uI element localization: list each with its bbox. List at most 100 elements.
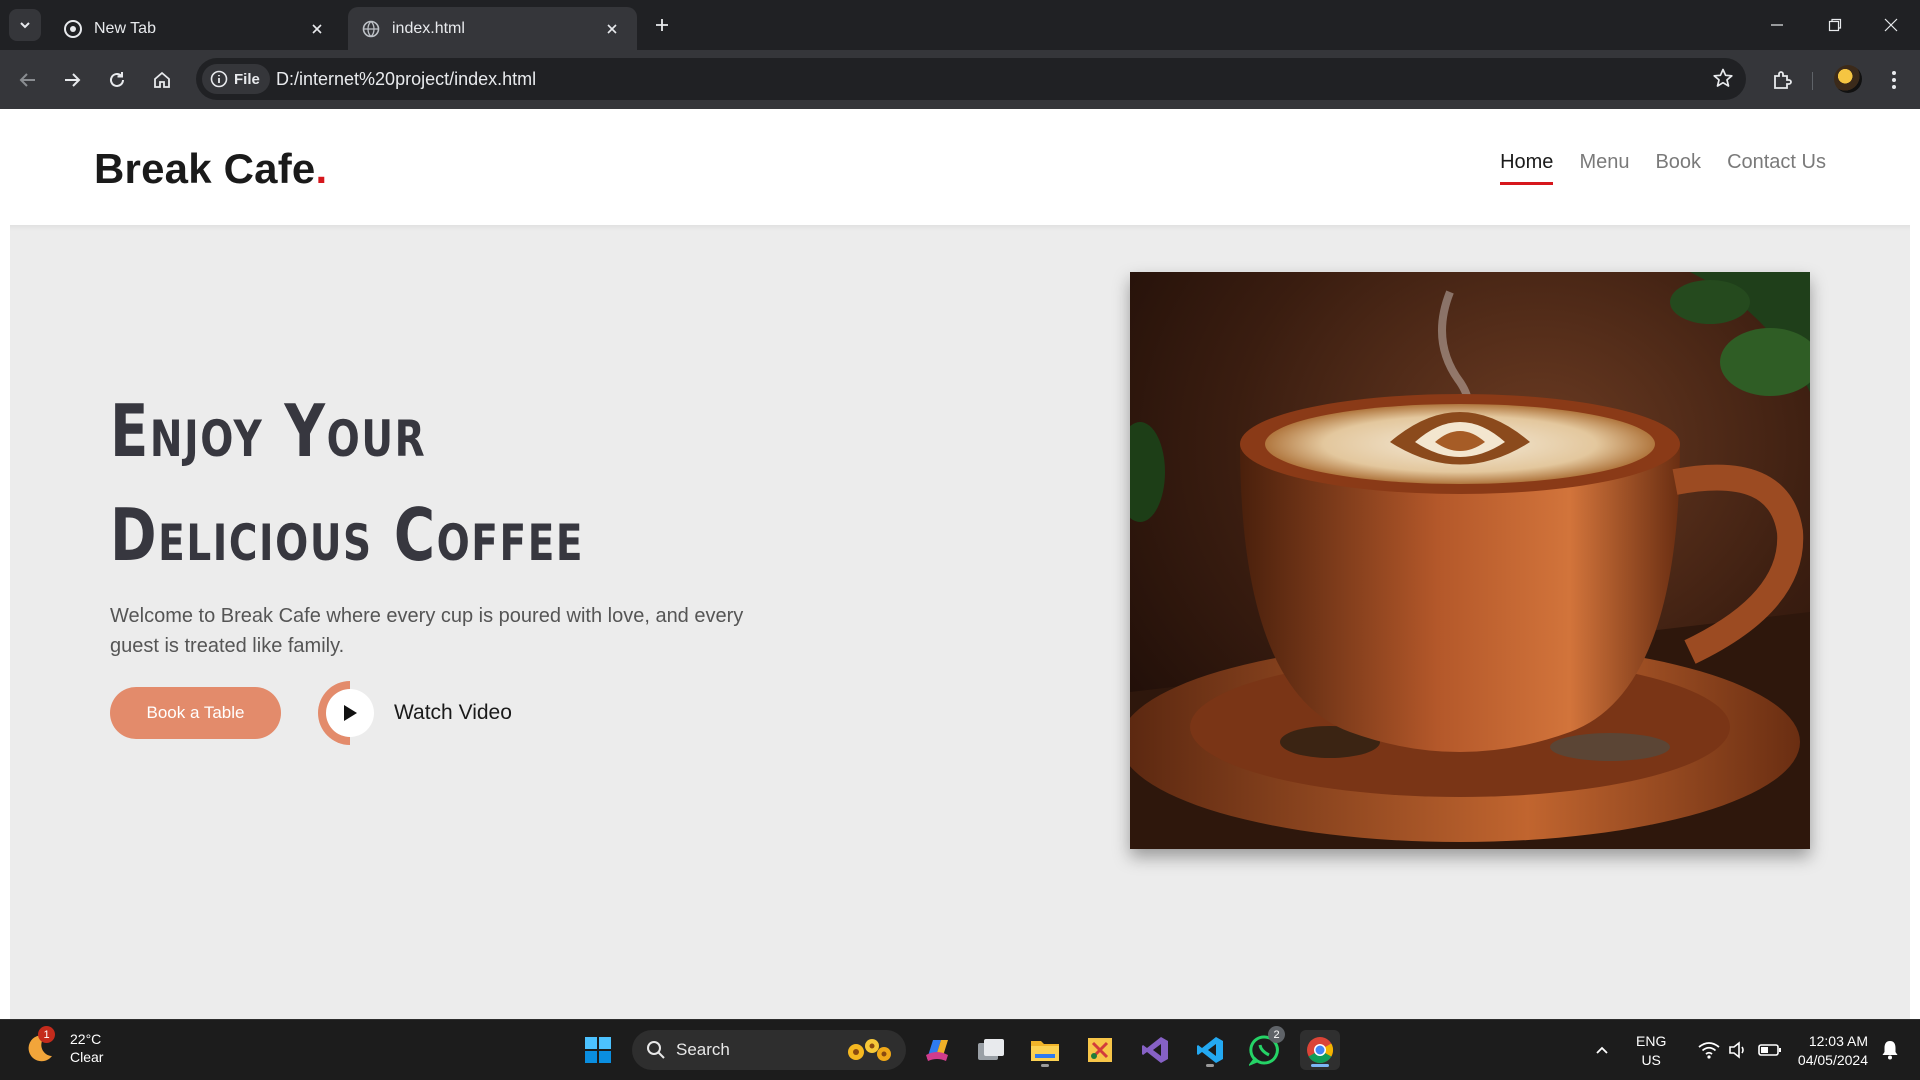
windows-logo-icon bbox=[585, 1037, 611, 1063]
vscode-app[interactable] bbox=[1190, 1030, 1230, 1070]
weather-widget[interactable]: 1 22°C Clear bbox=[24, 1026, 103, 1066]
chrome-app[interactable] bbox=[1300, 1030, 1340, 1070]
browser-tab-strip: New Tab index.html bbox=[0, 0, 1920, 50]
tab-title: index.html bbox=[392, 19, 465, 37]
close-tab-icon[interactable] bbox=[306, 18, 328, 40]
nav-link-home[interactable]: Home bbox=[1500, 151, 1554, 185]
play-icon bbox=[344, 705, 357, 721]
puzzle-icon bbox=[1774, 71, 1792, 89]
show-hidden-icons-button[interactable] bbox=[1582, 1030, 1622, 1070]
reload-button[interactable] bbox=[101, 64, 133, 96]
watch-video-label: Watch Video bbox=[394, 701, 512, 724]
restore-button[interactable] bbox=[1806, 0, 1864, 50]
new-tab-button[interactable] bbox=[648, 11, 676, 39]
nav-link-menu[interactable]: Menu bbox=[1579, 151, 1629, 185]
site-logo[interactable]: Break Cafe. bbox=[94, 145, 327, 193]
info-icon bbox=[210, 70, 228, 88]
tab-title: New Tab bbox=[94, 19, 156, 37]
whatsapp-app[interactable]: 2 bbox=[1245, 1026, 1285, 1070]
volume-icon bbox=[1729, 1041, 1744, 1059]
watch-video-button[interactable]: Watch Video bbox=[318, 681, 512, 745]
extensions-button[interactable] bbox=[1766, 64, 1798, 96]
language-indicator[interactable]: ENG US bbox=[1636, 1032, 1666, 1070]
close-icon bbox=[1884, 18, 1898, 32]
task-view-button[interactable] bbox=[971, 1030, 1011, 1070]
copilot-app[interactable] bbox=[917, 1030, 957, 1070]
taskbar-search[interactable]: Search bbox=[632, 1030, 906, 1070]
running-indicator bbox=[1206, 1064, 1214, 1067]
system-clock[interactable]: 12:03 AM 04/05/2024 bbox=[1788, 1032, 1868, 1070]
battery-icon bbox=[1758, 1044, 1781, 1056]
nav-link-book[interactable]: Book bbox=[1655, 151, 1701, 185]
url-text[interactable]: D:/internet%20project/index.html bbox=[276, 58, 536, 100]
play-ring bbox=[318, 681, 382, 745]
quick-settings-button[interactable] bbox=[1690, 1030, 1790, 1070]
hero-title-line1: Enjoy Your bbox=[110, 389, 427, 473]
address-bar[interactable]: File D:/internet%20project/index.html bbox=[196, 58, 1746, 100]
restore-icon bbox=[1828, 18, 1842, 32]
weather-temp: 22°C bbox=[70, 1031, 102, 1047]
close-window-button[interactable] bbox=[1862, 0, 1920, 50]
bookmark-star-icon[interactable] bbox=[1712, 67, 1734, 94]
reload-icon bbox=[110, 72, 124, 87]
chrome-icon bbox=[64, 19, 82, 38]
page-edge-left bbox=[0, 225, 10, 1019]
whatsapp-badge: 2 bbox=[1268, 1026, 1285, 1043]
plus-icon bbox=[656, 19, 668, 31]
visual-studio-icon bbox=[1142, 1037, 1168, 1063]
chevron-down-icon bbox=[20, 22, 30, 29]
moon-icon: 1 bbox=[24, 1026, 56, 1064]
hero-description: Welcome to Break Cafe where every cup is… bbox=[110, 605, 744, 657]
logo-text: Break Cafe bbox=[94, 145, 316, 192]
search-icon bbox=[647, 1041, 665, 1059]
search-label: Search bbox=[676, 1040, 730, 1059]
folder-icon bbox=[1031, 1041, 1059, 1061]
language-line1: ENG bbox=[1636, 1033, 1667, 1049]
task-view-icon bbox=[978, 1039, 1004, 1060]
back-button[interactable] bbox=[12, 64, 44, 96]
active-indicator bbox=[1311, 1064, 1329, 1067]
notifications-button[interactable] bbox=[1870, 1030, 1910, 1070]
globe-icon bbox=[362, 20, 380, 38]
file-explorer-app[interactable] bbox=[1025, 1030, 1065, 1070]
toolbar-divider bbox=[1812, 72, 1813, 90]
browser-toolbar: File D:/internet%20project/index.html bbox=[0, 50, 1920, 109]
close-tab-icon[interactable] bbox=[601, 18, 623, 40]
profile-avatar[interactable] bbox=[1834, 65, 1862, 93]
page-viewport: Break Cafe. Home Menu Book Contact Us En… bbox=[0, 109, 1920, 1019]
chrome-icon bbox=[1307, 1037, 1334, 1064]
snipping-tool-app[interactable] bbox=[1080, 1030, 1120, 1070]
chevron-up-icon bbox=[1596, 1046, 1608, 1054]
kebab-menu-icon bbox=[1892, 71, 1896, 89]
tab-search-button[interactable] bbox=[9, 9, 41, 41]
main-nav: Home Menu Book Contact Us bbox=[1500, 151, 1826, 185]
play-circle bbox=[326, 689, 374, 737]
weather-condition: Clear bbox=[70, 1049, 104, 1065]
weather-badge: 1 bbox=[38, 1026, 55, 1043]
weather-text: 22°C Clear bbox=[70, 1030, 103, 1066]
arrow-left-icon bbox=[19, 73, 35, 87]
tab-new-tab[interactable]: New Tab bbox=[50, 7, 342, 50]
minimize-button[interactable] bbox=[1748, 0, 1806, 50]
site-header: Break Cafe. Home Menu Book Contact Us bbox=[0, 109, 1920, 225]
site-info-chip[interactable]: File bbox=[202, 64, 270, 94]
language-line2: US bbox=[1641, 1052, 1661, 1068]
flowers-icon bbox=[848, 1039, 891, 1061]
vscode-icon bbox=[1197, 1037, 1223, 1063]
start-button[interactable] bbox=[578, 1030, 618, 1070]
hero-title-line2: Delicious Coffee bbox=[110, 493, 585, 577]
visual-studio-app[interactable] bbox=[1135, 1030, 1175, 1070]
wifi-icon bbox=[1698, 1042, 1720, 1059]
browser-menu-button[interactable] bbox=[1878, 64, 1910, 96]
forward-button[interactable] bbox=[56, 64, 88, 96]
book-table-button[interactable]: Book a Table bbox=[110, 687, 281, 739]
copilot-icon bbox=[926, 1040, 948, 1061]
clock-time: 12:03 AM bbox=[1808, 1033, 1868, 1049]
nav-link-contact[interactable]: Contact Us bbox=[1727, 151, 1826, 185]
logo-dot: . bbox=[315, 145, 328, 192]
home-button[interactable] bbox=[146, 64, 178, 96]
home-icon bbox=[154, 71, 170, 88]
tab-index-html[interactable]: index.html bbox=[348, 7, 637, 50]
hero-coffee-image bbox=[1130, 272, 1810, 849]
snipping-tool-icon bbox=[1088, 1038, 1112, 1062]
